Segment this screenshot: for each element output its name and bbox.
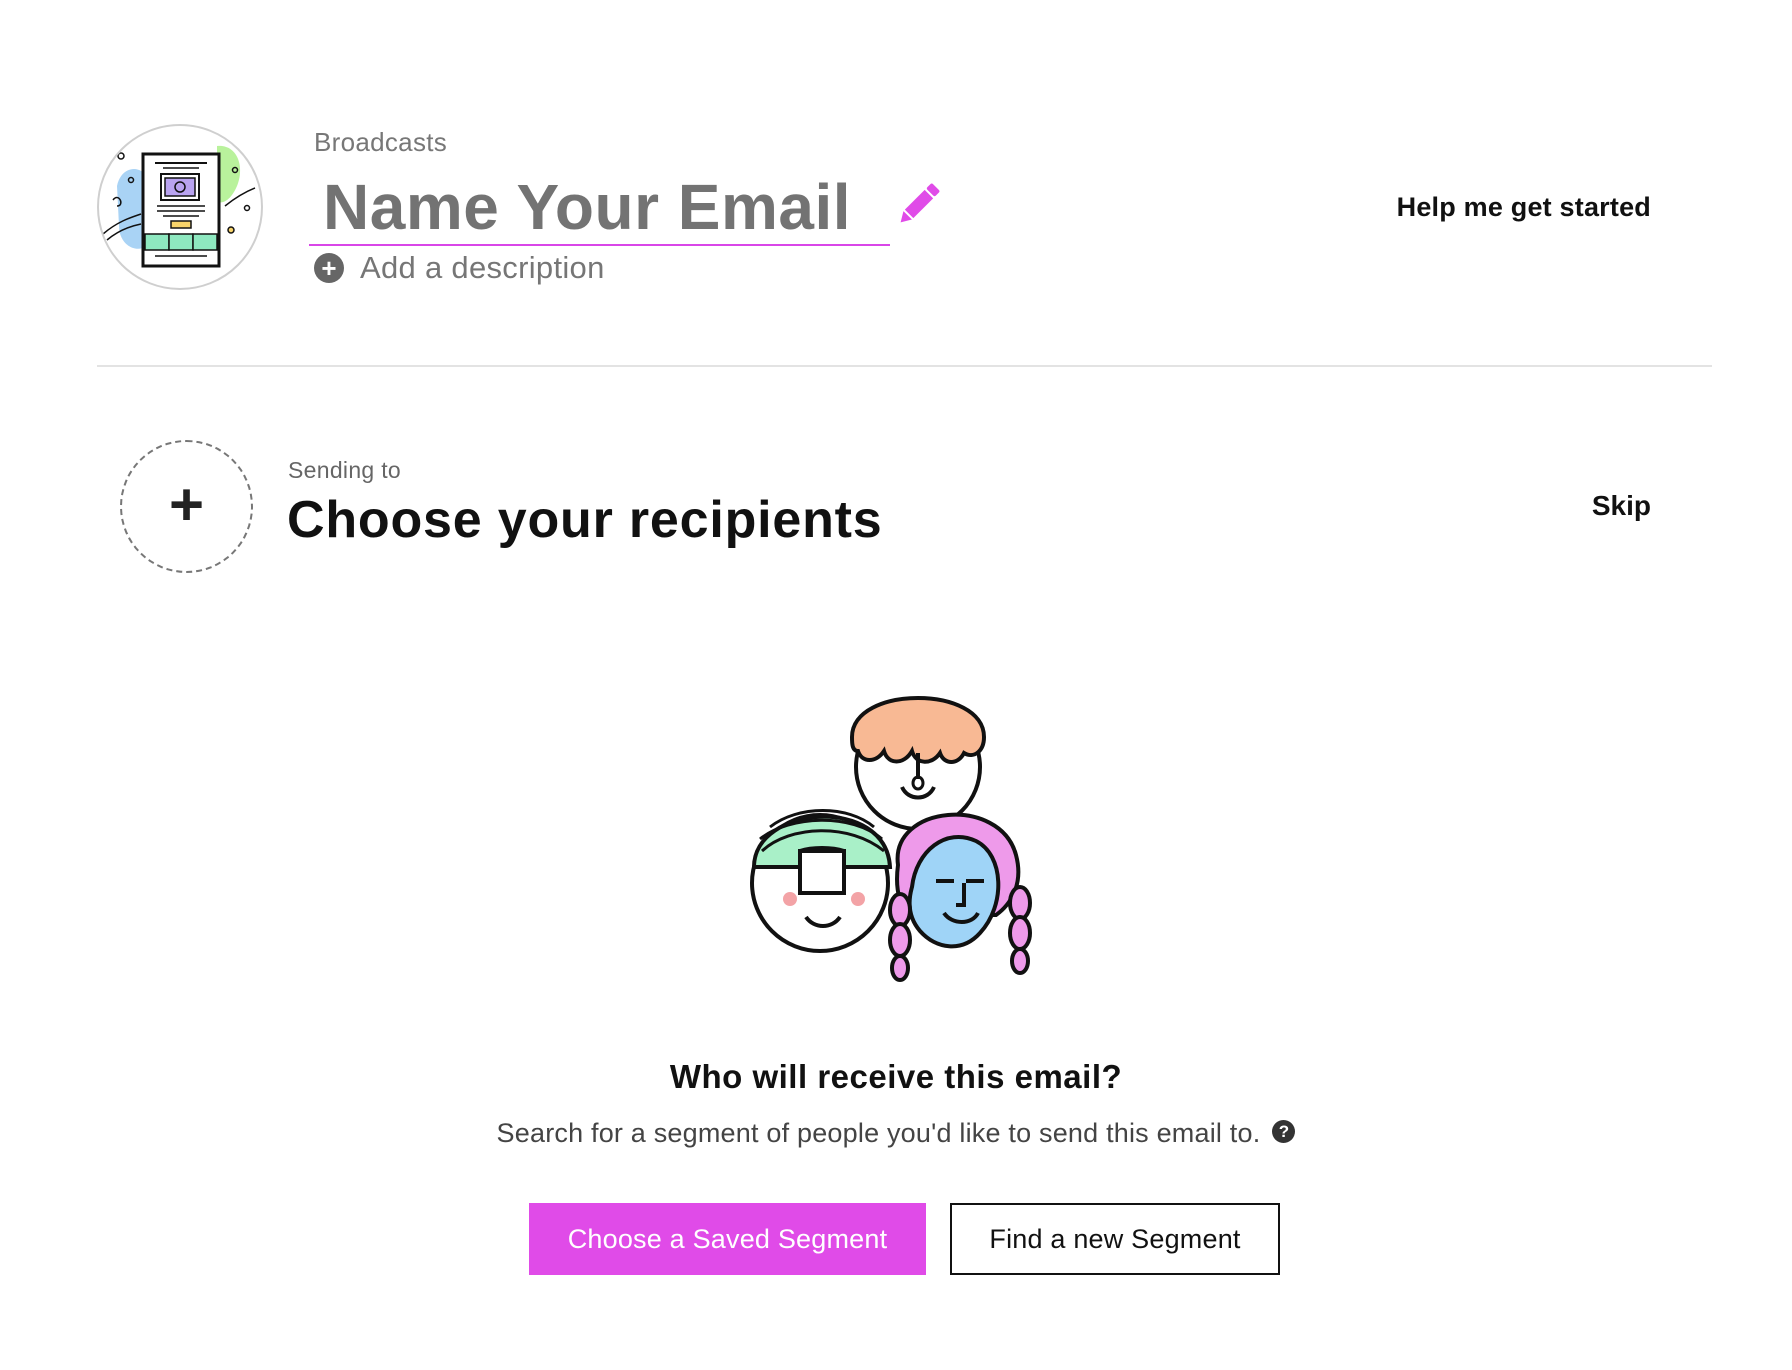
skip-button[interactable]: Skip	[1592, 490, 1651, 522]
add-recipients-button[interactable]: +	[120, 440, 253, 573]
help-me-get-started-link[interactable]: Help me get started	[1397, 192, 1651, 223]
choose-saved-segment-button[interactable]: Choose a Saved Segment	[529, 1203, 926, 1275]
plus-circle-icon: +	[314, 253, 344, 283]
header-divider	[97, 365, 1712, 367]
email-name-text[interactable]: Name Your Email	[323, 170, 851, 244]
recipients-eyebrow: Sending to	[288, 457, 401, 483]
empty-state-question: Who will receive this email?	[669, 1058, 1123, 1095]
empty-state-subtext: Search for a segment of people you'd lik…	[496, 1118, 1261, 1148]
breadcrumb: Broadcasts	[314, 127, 448, 157]
email-template-illustration-icon	[97, 124, 263, 290]
add-description-label: Add a description	[360, 250, 605, 285]
pencil-icon[interactable]	[893, 178, 945, 230]
email-header: Broadcasts Name Your Email + Add a descr…	[0, 0, 1792, 367]
empty-state-subtext-row: Search for a segment of people you'd lik…	[0, 1118, 1792, 1149]
recipients-title: Choose your recipients	[287, 491, 883, 549]
add-description-button[interactable]: + Add a description	[314, 248, 605, 288]
plus-icon: +	[168, 471, 205, 538]
email-name-field[interactable]: Name Your Email	[309, 166, 890, 246]
question-mark-icon[interactable]: ?	[1272, 1120, 1296, 1143]
three-faces-illustration	[740, 655, 1070, 995]
find-new-segment-button[interactable]: Find a new Segment	[950, 1203, 1280, 1275]
